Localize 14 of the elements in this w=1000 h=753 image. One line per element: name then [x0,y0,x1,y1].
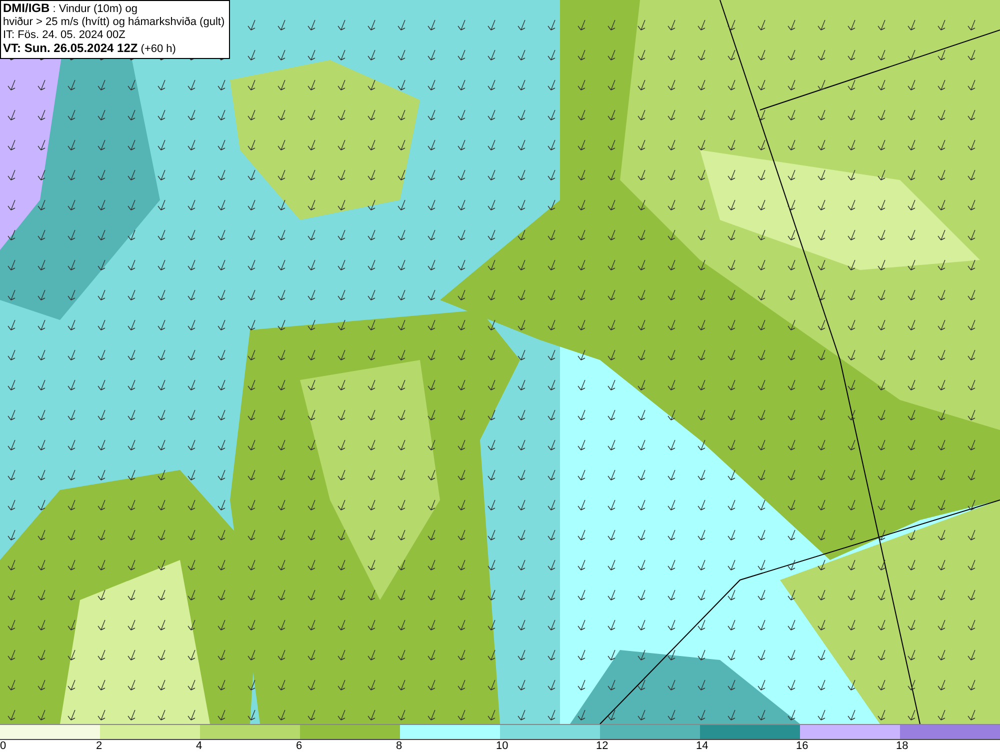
title-line: hviður > 25 m/s (hvítt) og hámarkshviða (gult) [3,16,225,29]
legend-label: 16 [796,740,808,753]
legend-label: 2 [96,740,102,753]
legend-label: 0 [0,740,6,753]
title-line: VT: Sun. 26.05.2024 12Z (+60 h) [3,42,177,56]
legend-label: 12 [596,740,608,753]
title-line: IT: Fös. 24. 05. 2024 00Z [3,29,126,42]
legend-label: 10 [496,740,508,753]
legend-label: 14 [696,740,708,753]
legend-label: 4 [196,740,202,753]
legend-label: 8 [396,740,402,753]
legend-label: 6 [296,740,302,753]
title-line: DMI/IGB : Vindur (10m) og [3,2,139,16]
legend-label: 18 [896,740,908,753]
